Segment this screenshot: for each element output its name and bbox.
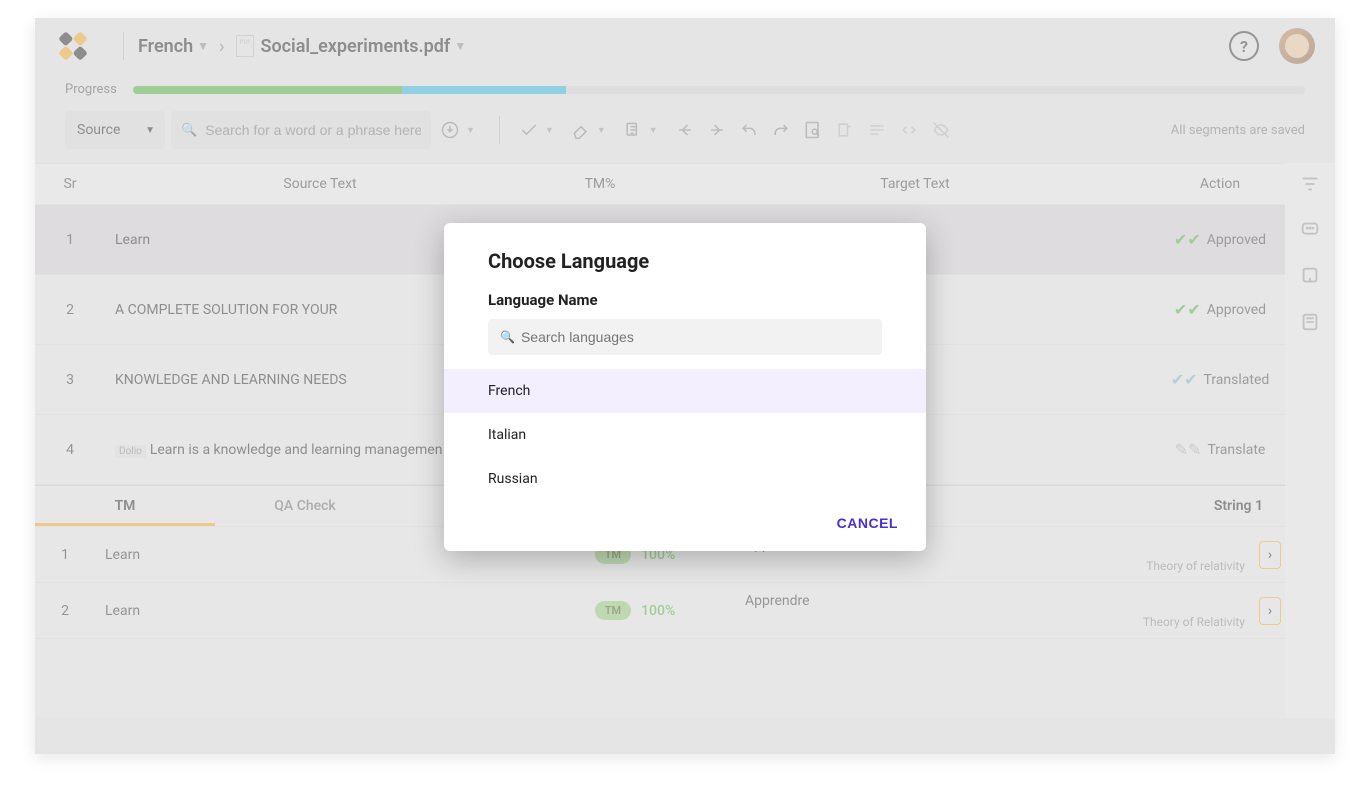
choose-language-modal: Choose Language Language Name 🔍 FrenchIt…	[444, 223, 926, 551]
language-search-input[interactable]	[521, 329, 870, 345]
cancel-button[interactable]: CANCEL	[837, 515, 898, 531]
language-option[interactable]: Russian	[444, 457, 926, 501]
app-frame: French ▼ › Social_experiments.pdf ▼ ? Pr…	[35, 18, 1335, 754]
language-search-box[interactable]: 🔍	[488, 319, 882, 355]
modal-title: Choose Language	[444, 249, 926, 291]
language-option[interactable]: Italian	[444, 413, 926, 457]
language-option[interactable]: French	[444, 369, 926, 413]
modal-overlay[interactable]: Choose Language Language Name 🔍 FrenchIt…	[35, 18, 1335, 754]
modal-subtitle: Language Name	[444, 291, 926, 319]
search-icon: 🔍	[500, 330, 515, 344]
